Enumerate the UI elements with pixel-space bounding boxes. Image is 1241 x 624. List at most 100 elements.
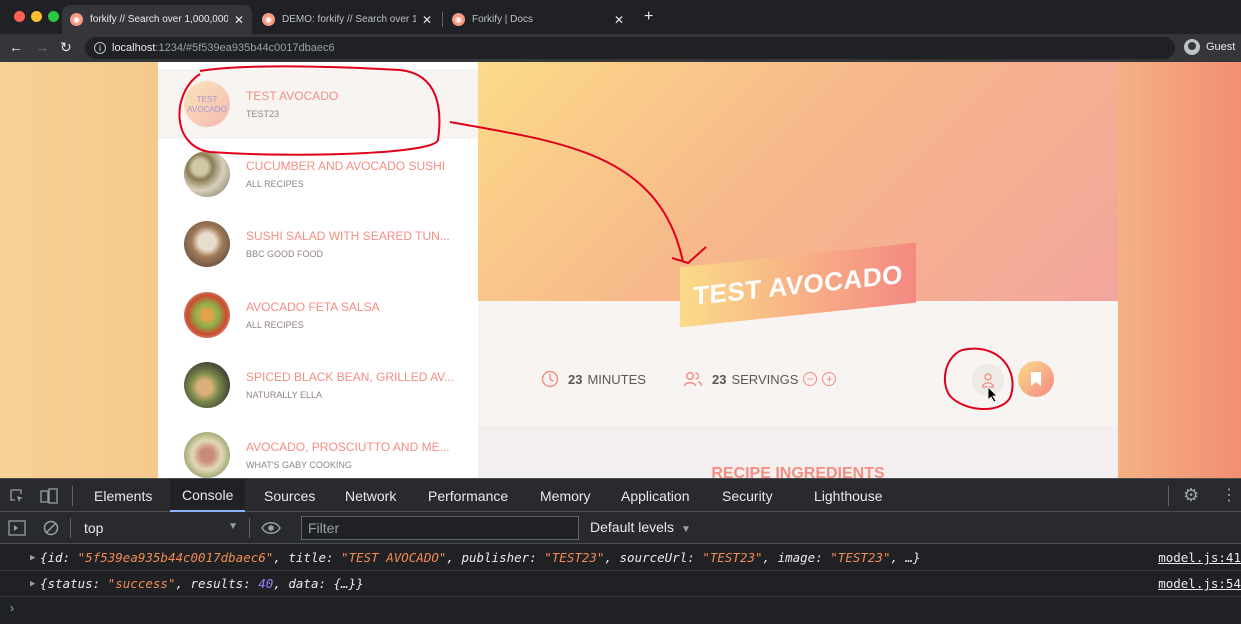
- result-title: SPICED BLACK BEAN, GRILLED AV...: [246, 370, 455, 384]
- divider: [1168, 486, 1169, 506]
- forkify-favicon-icon: ◉: [70, 13, 83, 26]
- dropdown-caret-icon: ▼: [228, 521, 238, 532]
- users-icon: [683, 372, 703, 387]
- result-publisher: ALL RECIPES: [246, 320, 304, 330]
- context-value: top: [84, 520, 104, 536]
- tab-elements[interactable]: Elements: [82, 479, 164, 512]
- bookmark-button[interactable]: [1018, 361, 1054, 397]
- tab-memory[interactable]: Memory: [528, 479, 603, 512]
- profile-button[interactable]: Guest: [1184, 39, 1235, 55]
- result-item[interactable]: CUCUMBER AND AVOCADO SUSHI ALL RECIPES: [158, 139, 478, 209]
- tab-lighthouse[interactable]: Lighthouse: [802, 479, 895, 512]
- close-window-button[interactable]: [14, 11, 25, 22]
- browser-tab-strip: ◉ forkify // Search over 1,000,000 ✕ ◉ D…: [0, 0, 1241, 34]
- console-prompt-icon[interactable]: ›: [10, 601, 14, 615]
- result-title: SUSHI SALAD WITH SEARED TUN...: [246, 229, 450, 243]
- result-publisher: TEST23: [246, 109, 280, 119]
- search-results-list: TEST AVOCADO TEST AVOCADO TEST23 CUCUMBE…: [158, 62, 478, 478]
- console-filter-input[interactable]: Filter: [301, 516, 579, 540]
- context-selector[interactable]: top ▼: [84, 520, 240, 536]
- dropdown-caret-icon: ▼: [680, 524, 691, 535]
- result-publisher: BBC GOOD FOOD: [246, 249, 324, 259]
- recipe-details: 23 MINUTES 23 SERVINGS − +: [478, 301, 1118, 426]
- user-generated-badge: [972, 364, 1004, 396]
- close-tab-icon[interactable]: ✕: [614, 13, 624, 27]
- new-tab-icon[interactable]: +: [644, 8, 653, 26]
- tab-performance[interactable]: Performance: [416, 479, 520, 512]
- log-message: {id: "5f539ea935b44c0017dbaec6", title: …: [40, 550, 921, 565]
- log-message: {status: "success", results: 40, data: {…: [40, 576, 364, 591]
- url-host: localhost: [112, 42, 156, 54]
- console-log-entry[interactable]: ▶ {id: "5f539ea935b44c0017dbaec6", title…: [0, 545, 1241, 571]
- expand-triangle-icon[interactable]: ▶: [30, 553, 35, 563]
- show-sidebar-icon[interactable]: [8, 520, 26, 536]
- result-publisher: ALL RECIPES: [246, 179, 304, 189]
- console-toolbar: top ▼ Filter Default levels ▼: [0, 512, 1241, 544]
- recipe-cooking-time: 23 MINUTES: [541, 370, 646, 388]
- result-title: AVOCADO FETA SALSA: [246, 300, 380, 314]
- log-levels-label: Default levels: [590, 519, 675, 535]
- tab-title: forkify // Search over 1,000,000: [90, 14, 228, 25]
- tab-console[interactable]: Console: [170, 479, 246, 512]
- browser-tab-docs[interactable]: ◉ Forkify | Docs ✕: [444, 5, 632, 34]
- tab-application[interactable]: Application: [609, 479, 702, 512]
- forkify-favicon-icon: ◉: [262, 13, 275, 26]
- expand-triangle-icon[interactable]: ▶: [30, 579, 35, 589]
- site-info-icon[interactable]: i: [94, 42, 106, 54]
- tab-network[interactable]: Network: [333, 479, 408, 512]
- reload-icon[interactable]: ↻: [60, 39, 72, 56]
- minimize-window-button[interactable]: [31, 11, 42, 22]
- address-bar[interactable]: i localhost:1234/#5f539ea935b44c0017dbae…: [85, 37, 1175, 59]
- result-image: [184, 362, 230, 408]
- forward-arrow-icon[interactable]: →: [35, 39, 49, 55]
- bookmark-icon: [1031, 372, 1041, 386]
- page-viewport: TEST AVOCADO TEST AVOCADO TEST23 CUCUMBE…: [0, 62, 1241, 478]
- result-title: CUCUMBER AND AVOCADO SUSHI: [246, 159, 446, 173]
- tab-sources[interactable]: Sources: [252, 479, 327, 512]
- servings-value: 23: [712, 371, 727, 387]
- result-publisher: WHAT'S GABY COOKING: [246, 460, 352, 470]
- recipe-ingredients-section: RECIPE INGREDIENTS: [478, 426, 1118, 478]
- browser-tab-demo[interactable]: ◉ DEMO: forkify // Search over 1, ✕: [254, 5, 440, 34]
- result-item[interactable]: AVOCADO FETA SALSA ALL RECIPES: [158, 280, 478, 350]
- servings-label: SERVINGS: [731, 371, 799, 387]
- tab-title: DEMO: forkify // Search over 1,: [282, 14, 416, 25]
- log-source-link[interactable]: model.js:41: [1158, 550, 1241, 565]
- divider: [72, 486, 73, 506]
- more-options-icon[interactable]: ⋮: [1221, 485, 1237, 505]
- result-item[interactable]: SUSHI SALAD WITH SEARED TUN... BBC GOOD …: [158, 209, 478, 279]
- forkify-favicon-icon: ◉: [452, 13, 465, 26]
- result-image: [184, 292, 230, 338]
- console-log-entry[interactable]: ▶ {status: "success", results: 40, data:…: [0, 571, 1241, 597]
- result-image: TEST AVOCADO: [184, 81, 230, 127]
- browser-tab-forkify[interactable]: ◉ forkify // Search over 1,000,000 ✕: [62, 5, 252, 34]
- result-item[interactable]: AVOCADO, PROSCIUTTO AND ME... WHAT'S GAB…: [158, 420, 478, 478]
- result-item-test-avocado[interactable]: TEST AVOCADO TEST AVOCADO TEST23: [158, 69, 478, 139]
- back-arrow-icon[interactable]: ←: [9, 39, 23, 55]
- recipe-servings: 23 SERVINGS − +: [683, 370, 837, 388]
- divider: [70, 518, 71, 538]
- decrease-servings-button[interactable]: −: [803, 372, 818, 386]
- result-publisher: NATURALLY ELLA: [246, 390, 323, 400]
- image-alt-text: TEST AVOCADO: [187, 95, 227, 114]
- log-levels-dropdown[interactable]: Default levels ▼: [590, 519, 691, 535]
- inspect-element-icon[interactable]: [9, 488, 25, 504]
- close-tab-icon[interactable]: ✕: [422, 13, 432, 27]
- recipe-view: 23 MINUTES 23 SERVINGS − + TEST AVOCADO …: [478, 62, 1118, 478]
- browser-toolbar: ← → ↻ i localhost:1234/#5f539ea935b44c00…: [0, 34, 1241, 62]
- result-image: [184, 221, 230, 267]
- maximize-window-button[interactable]: [48, 11, 59, 22]
- result-image: [184, 151, 230, 197]
- url-path: :1234/#5f539ea935b44c0017dbaec6: [155, 42, 335, 54]
- tab-security[interactable]: Security: [710, 479, 785, 512]
- result-item[interactable]: SPICED BLACK BEAN, GRILLED AV... NATURAL…: [158, 350, 478, 420]
- close-tab-icon[interactable]: ✕: [234, 13, 244, 27]
- device-toolbar-icon[interactable]: [40, 488, 58, 504]
- eye-icon[interactable]: [261, 521, 281, 535]
- minutes-label: MINUTES: [587, 371, 646, 387]
- gear-icon[interactable]: ⚙: [1183, 485, 1199, 506]
- clear-console-icon[interactable]: [43, 520, 59, 536]
- increase-servings-button[interactable]: +: [822, 372, 837, 386]
- user-icon: [981, 373, 995, 388]
- log-source-link[interactable]: model.js:54: [1158, 576, 1241, 591]
